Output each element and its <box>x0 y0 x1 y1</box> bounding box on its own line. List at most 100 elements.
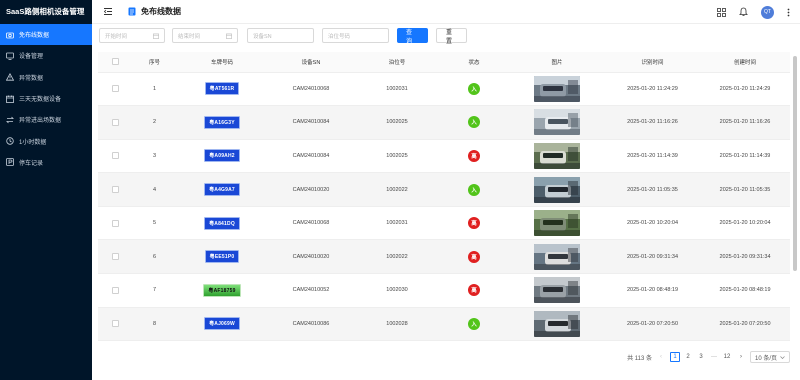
vehicle-photo[interactable] <box>534 210 580 237</box>
start-time-input[interactable]: 开始时间 <box>99 28 165 43</box>
sidebar: SaaS路侧相机设备管理 免布线数据 设备管理 异常数据 三天无数据设备 异常进出场数据… <box>0 0 92 380</box>
plate-cell: 粤AJ069W <box>177 307 267 342</box>
vehicle-photo[interactable] <box>534 109 580 136</box>
header-plate: 车牌号码 <box>177 52 267 73</box>
plate-badge: 粤A4G9A7 <box>204 183 240 197</box>
image-cell <box>509 172 605 207</box>
row-select-cell <box>98 239 132 275</box>
table-row[interactable]: 7 粤AF18759 CAM24010052 1002030 离 2025-01-20 0… <box>98 273 790 308</box>
device-sn-placeholder: 设备SN <box>253 33 272 40</box>
berth-number-input[interactable]: 泊位号码 <box>322 28 389 43</box>
filter-bar: 开始时间 结束时间 设备SN 泊位号码 查 询 重 置 <box>99 28 467 45</box>
search-button[interactable]: 查 询 <box>397 28 428 45</box>
plate-badge: 粤EE51P0 <box>204 250 240 264</box>
device-sn-input[interactable]: 设备SN <box>247 28 314 43</box>
status-badge: 入 <box>468 116 480 129</box>
sidebar-item-3[interactable]: 异常数据 <box>0 67 92 88</box>
end-time-placeholder: 结束时间 <box>178 33 201 40</box>
reset-button[interactable]: 重 置 <box>436 28 467 45</box>
sidebar-item-label: 免布线数据 <box>19 33 50 40</box>
berth-number: 1002025 <box>355 139 439 174</box>
vehicle-photo[interactable] <box>534 310 580 337</box>
vehicle-photo[interactable] <box>534 243 580 270</box>
more-vertical-icon[interactable] <box>787 8 790 17</box>
berth-number: 1002031 <box>355 72 439 107</box>
vehicle-photo[interactable] <box>534 176 580 203</box>
next-page-icon[interactable]: › <box>736 352 746 362</box>
recognition-time: 2025-01-20 10:20:04 <box>605 206 700 241</box>
table-row[interactable]: 6 粤EE51P0 CAM24010020 1002022 离 2025-01-20 09… <box>98 239 790 275</box>
status-badge: 入 <box>468 317 480 330</box>
plate-cell: 粤A09AH2 <box>177 139 267 174</box>
prev-page-icon[interactable]: ‹ <box>656 352 666 362</box>
row-checkbox[interactable] <box>111 186 119 194</box>
table-row[interactable]: 3 粤A09AH2 CAM24010084 1002025 离 2025-01-20 11… <box>98 139 790 174</box>
menu-collapse-icon[interactable] <box>100 8 116 15</box>
created-time: 2025-01-20 11:14:39 <box>700 139 790 174</box>
scrollbar[interactable] <box>793 56 797 271</box>
bell-icon[interactable] <box>739 7 748 17</box>
berth-number-placeholder: 泊位号码 <box>328 33 351 40</box>
page-title: 免布线数据 <box>141 7 181 16</box>
recognition-time: 2025-01-20 11:16:26 <box>605 105 700 140</box>
table-header-row: 序号 车牌号码 设备SN 泊位号 状态 图片 识别时间 创建时间 <box>98 52 790 73</box>
sidebar-item-2[interactable]: 设备管理 <box>0 45 92 66</box>
row-index: 2 <box>132 105 177 140</box>
calendar-icon <box>226 33 232 39</box>
sidebar-item-5[interactable]: 异常进出场数据 <box>0 109 92 130</box>
header-select-all[interactable] <box>98 52 132 73</box>
status-cell: 入 <box>439 172 509 207</box>
row-select-cell <box>98 172 132 207</box>
created-time: 2025-01-20 11:16:26 <box>700 105 790 140</box>
exchange-icon <box>6 116 14 124</box>
start-time-placeholder: 开始时间 <box>105 33 128 40</box>
vehicle-photo[interactable] <box>534 75 580 102</box>
page-3[interactable]: 3 <box>696 352 706 362</box>
avatar[interactable]: QT <box>761 5 774 19</box>
header-berth: 泊位号 <box>355 52 439 73</box>
table-row[interactable]: 1 粤AT561R CAM24010068 1002031 入 2025-01-20 11… <box>98 72 790 107</box>
row-index: 3 <box>132 139 177 174</box>
row-checkbox[interactable] <box>111 85 119 93</box>
page-1[interactable]: 1 <box>669 352 680 362</box>
status-badge: 离 <box>468 284 480 297</box>
status-badge: 离 <box>468 250 480 263</box>
vehicle-photo[interactable] <box>534 277 580 304</box>
created-time: 2025-01-20 07:20:50 <box>700 307 790 342</box>
page-2[interactable]: 2 <box>683 352 693 362</box>
sidebar-item-6[interactable]: 1小时数据 <box>0 130 92 151</box>
sidebar-item-4[interactable]: 三天无数据设备 <box>0 88 92 109</box>
row-checkbox[interactable] <box>111 320 119 328</box>
page-12[interactable]: 12 <box>722 352 732 362</box>
plate-badge: 粤A841DQ <box>204 216 240 230</box>
row-checkbox[interactable] <box>111 286 119 294</box>
row-index: 1 <box>132 72 177 107</box>
plate-cell: 粤A4G9A7 <box>177 172 267 207</box>
row-index: 5 <box>132 206 177 241</box>
table-row[interactable]: 8 粤AJ069W CAM24010086 1002028 入 2025-01-20 07… <box>98 307 790 342</box>
row-checkbox[interactable] <box>111 152 119 160</box>
sidebar-item-7[interactable]: 停车记录 <box>0 152 92 173</box>
sidebar-item-1[interactable]: 免布线数据 <box>0 24 92 46</box>
select-all-checkbox[interactable] <box>111 58 119 66</box>
recognition-time: 2025-01-20 11:05:35 <box>605 172 700 207</box>
status-cell: 入 <box>439 307 509 342</box>
table-row[interactable]: 5 粤A841DQ CAM24010068 1002031 离 2025-01-20 10… <box>98 206 790 241</box>
apps-grid-icon[interactable] <box>717 7 726 17</box>
page-size-select[interactable]: 10 条/页 <box>749 351 790 363</box>
image-cell <box>509 105 605 140</box>
vehicle-photo[interactable] <box>534 142 580 169</box>
plate-cell: 粤A16G3Y <box>177 105 267 140</box>
table-row[interactable]: 2 粤A16G3Y CAM24010084 1002025 入 2025-01-20 11… <box>98 105 790 140</box>
row-checkbox[interactable] <box>111 118 119 126</box>
sidebar-item-label: 三天无数据设备 <box>19 97 62 104</box>
end-time-input[interactable]: 结束时间 <box>172 28 238 43</box>
recognition-time: 2025-01-20 11:24:29 <box>605 72 700 107</box>
page-ellipsis[interactable]: ··· <box>709 352 719 362</box>
berth-number: 1002031 <box>355 206 439 241</box>
row-checkbox[interactable] <box>111 253 119 261</box>
table-row[interactable]: 4 粤A4G9A7 CAM24010020 1002022 入 2025-01-20 11… <box>98 172 790 207</box>
row-checkbox[interactable] <box>111 219 119 227</box>
image-cell <box>509 72 605 107</box>
recognition-time: 2025-01-20 09:31:34 <box>605 239 700 275</box>
